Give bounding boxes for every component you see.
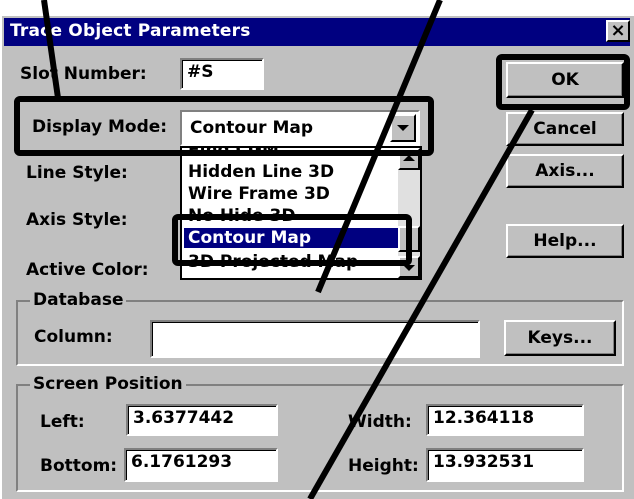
annotation-arrows <box>41 0 535 499</box>
arrow-line-contour-map <box>315 0 443 294</box>
arrow-line-display-mode <box>41 0 61 99</box>
arrow-line-ok-button <box>307 108 535 499</box>
